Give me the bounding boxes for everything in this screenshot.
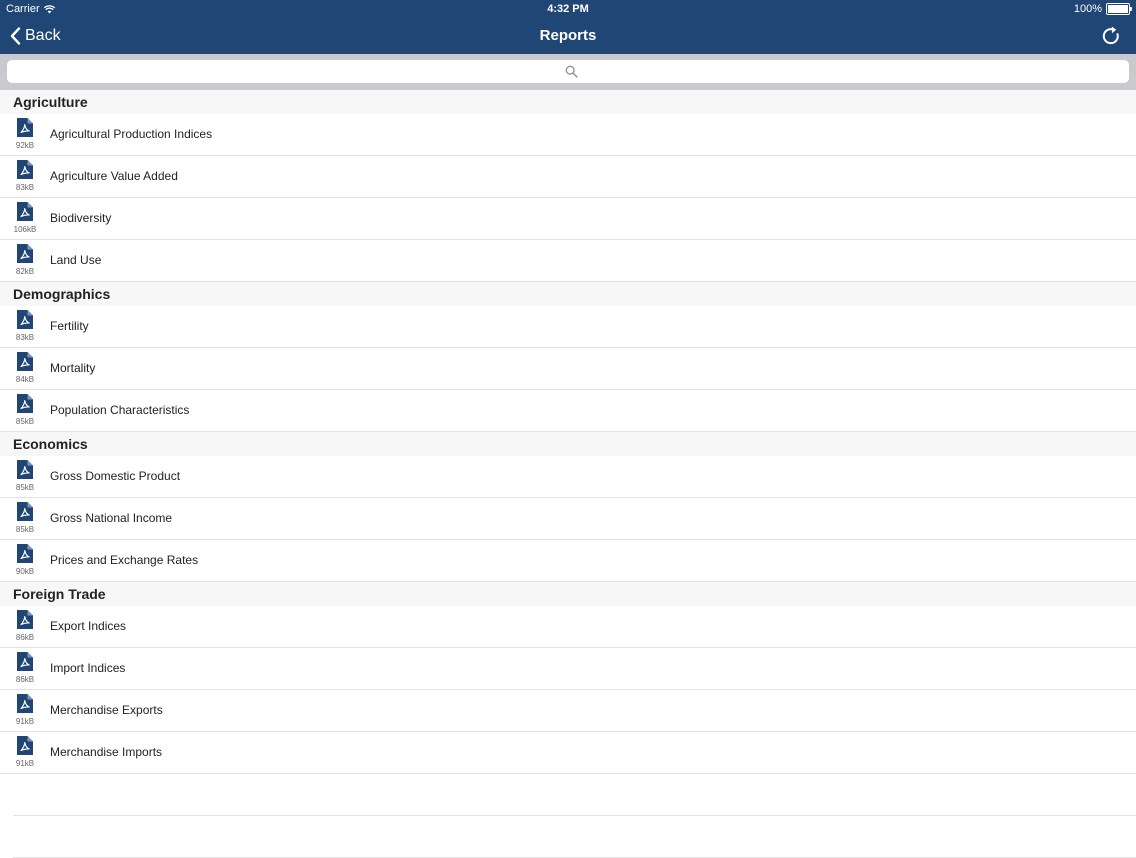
pdf-icon bbox=[17, 652, 33, 671]
report-title: Fertility bbox=[50, 319, 89, 333]
report-row[interactable]: 82kB Land Use bbox=[0, 240, 1136, 282]
section-header: Economics bbox=[0, 432, 1136, 456]
section-header: Foreign Trade bbox=[0, 582, 1136, 606]
report-row[interactable]: 84kB Mortality bbox=[0, 348, 1136, 390]
file-size: 86kB bbox=[15, 633, 35, 642]
report-row[interactable]: 106kB Biodiversity bbox=[0, 198, 1136, 240]
report-row[interactable]: 85kB Gross National Income bbox=[0, 498, 1136, 540]
search-field bbox=[7, 60, 1133, 85]
report-row[interactable]: 91kB Merchandise Exports bbox=[0, 690, 1136, 732]
battery-icon bbox=[1106, 3, 1132, 15]
report-title: Merchandise Imports bbox=[50, 745, 163, 759]
file-size: 91kB bbox=[15, 759, 35, 768]
report-row[interactable]: 83kB Agriculture Value Added bbox=[0, 156, 1136, 198]
report-title: Import Indices bbox=[50, 661, 126, 675]
pdf-icon bbox=[17, 394, 33, 413]
empty-row bbox=[13, 774, 1136, 816]
file-size: 85kB bbox=[15, 417, 35, 426]
pdf-icon bbox=[17, 502, 33, 521]
report-title: Gross Domestic Product bbox=[50, 469, 181, 483]
battery-fill bbox=[1108, 5, 1128, 13]
report-title: Prices and Exchange Rates bbox=[50, 553, 199, 567]
navigation-bar: Carrier 4:32 PM 100% Back Reports bbox=[0, 0, 1136, 54]
file-size: 84kB bbox=[15, 375, 35, 384]
status-bar: Carrier 4:32 PM 100% bbox=[0, 0, 1136, 18]
report-title: Gross National Income bbox=[50, 511, 173, 525]
report-title: Mortality bbox=[50, 361, 96, 375]
pdf-icon bbox=[17, 352, 33, 371]
section-header: Agriculture bbox=[0, 90, 1136, 114]
file-size: 85kB bbox=[15, 525, 35, 534]
report-title: Merchandise Exports bbox=[50, 703, 163, 717]
file-size: 106kB bbox=[13, 225, 37, 234]
section-header: Demographics bbox=[0, 282, 1136, 306]
report-title: Land Use bbox=[50, 253, 102, 267]
pdf-icon bbox=[17, 310, 33, 329]
page-title: Reports bbox=[539, 27, 597, 44]
refresh-button[interactable] bbox=[1100, 25, 1122, 47]
pdf-icon bbox=[17, 244, 33, 263]
reports-list: Agriculture 92kB Agricultural Production I… bbox=[0, 90, 1136, 858]
search-bar bbox=[0, 54, 1136, 90]
status-time: 4:32 PM bbox=[547, 3, 589, 15]
file-size: 83kB bbox=[15, 333, 35, 342]
search-input[interactable] bbox=[7, 60, 1133, 85]
pdf-icon bbox=[17, 694, 33, 713]
report-title: Agricultural Production Indices bbox=[50, 127, 213, 141]
file-size: 92kB bbox=[15, 141, 35, 150]
pdf-icon bbox=[17, 160, 33, 179]
battery-label: 100% bbox=[1073, 3, 1102, 15]
file-size: 91kB bbox=[15, 717, 35, 726]
pdf-icon bbox=[17, 544, 33, 563]
report-row[interactable]: 83kB Fertility bbox=[0, 306, 1136, 348]
nav-row: Back Reports bbox=[0, 18, 1136, 54]
file-size: 86kB bbox=[15, 675, 35, 684]
report-title: Biodiversity bbox=[50, 211, 112, 225]
file-size: 90kB bbox=[15, 567, 35, 576]
report-title: Population Characteristics bbox=[50, 403, 190, 417]
pdf-icon bbox=[17, 736, 33, 755]
report-row[interactable]: 86kB Import Indices bbox=[0, 648, 1136, 690]
pdf-icon bbox=[17, 118, 33, 137]
file-size: 83kB bbox=[15, 183, 35, 192]
file-size: 82kB bbox=[15, 267, 35, 276]
report-row[interactable]: 85kB Population Characteristics bbox=[0, 390, 1136, 432]
report-row[interactable]: 92kB Agricultural Production Indices bbox=[0, 114, 1136, 156]
pdf-icon bbox=[17, 610, 33, 629]
report-title: Export Indices bbox=[50, 619, 127, 633]
report-row[interactable]: 85kB Gross Domestic Product bbox=[0, 456, 1136, 498]
battery-indicator: 100% bbox=[1073, 0, 1132, 18]
report-row[interactable]: 86kB Export Indices bbox=[0, 606, 1136, 648]
refresh-icon bbox=[1102, 26, 1119, 45]
file-size: 85kB bbox=[15, 483, 35, 492]
pdf-icon bbox=[17, 460, 33, 479]
report-title: Agriculture Value Added bbox=[50, 169, 178, 183]
report-row[interactable]: 91kB Merchandise Imports bbox=[0, 732, 1136, 774]
report-row[interactable]: 90kB Prices and Exchange Rates bbox=[0, 540, 1136, 582]
pdf-icon bbox=[17, 202, 33, 221]
